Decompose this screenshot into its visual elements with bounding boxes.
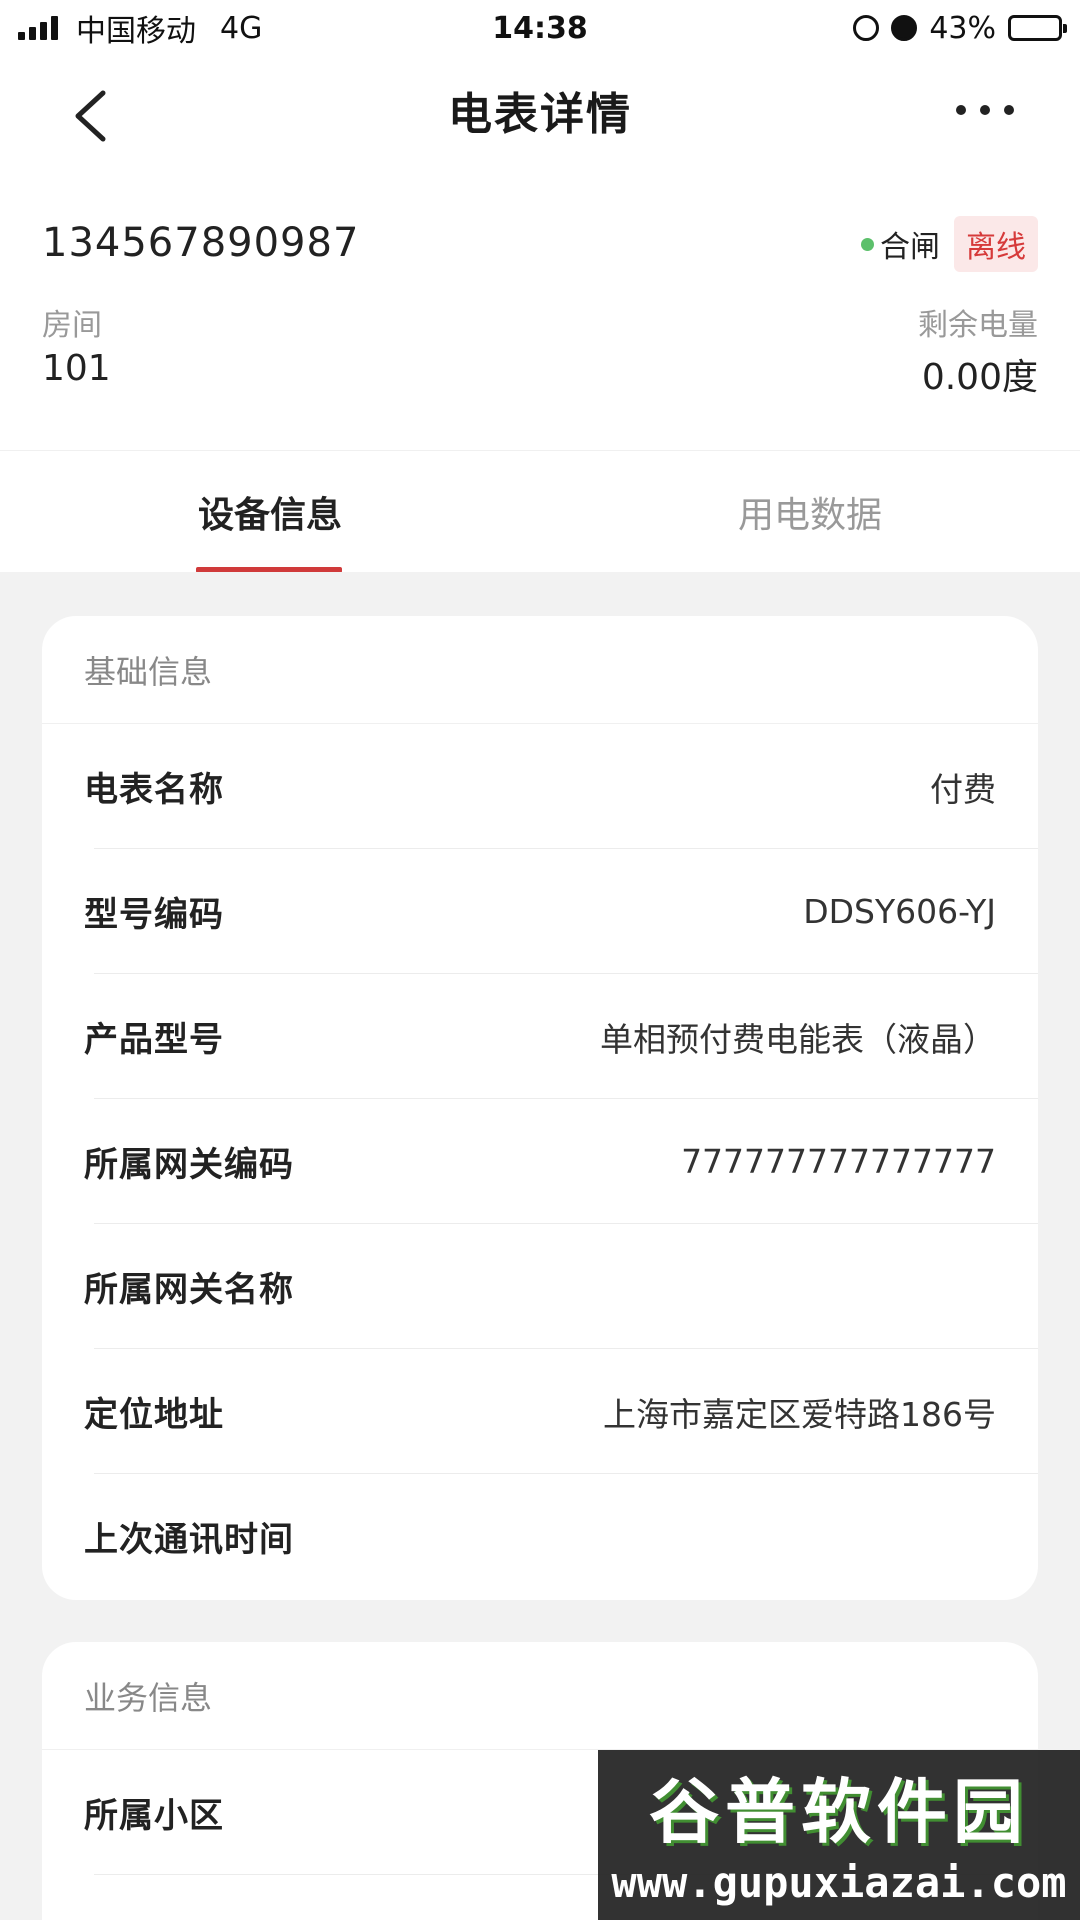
row-value: 上海市嘉定区爱特路186号 bbox=[603, 1394, 996, 1434]
info-row: 电表名称 付费 bbox=[42, 724, 1038, 849]
page-title: 电表详情 bbox=[448, 89, 632, 140]
more-dot bbox=[1004, 105, 1014, 115]
meter-summary: 134567890987 合闸 离线 房间 101 剩余电量 0.00度 bbox=[0, 164, 1080, 450]
remaining-power-label: 剩余电量 bbox=[918, 308, 1038, 343]
row-value: 单相预付费电能表（液晶） bbox=[600, 1019, 996, 1059]
row-label: 电表名称 bbox=[84, 770, 224, 810]
watermark-title: 谷普软件园 bbox=[649, 1771, 1029, 1853]
chevron-left-icon bbox=[75, 90, 106, 142]
row-label: 所属小区 bbox=[84, 1796, 224, 1836]
carrier-name: 中国移动 bbox=[76, 14, 196, 49]
info-row: 上次通讯时间 bbox=[42, 1474, 1038, 1599]
info-row: 所属网关编码 777777777777777 bbox=[42, 1099, 1038, 1224]
row-value: 777777777777777 bbox=[681, 1142, 996, 1181]
remaining-power-value: 0.00度 bbox=[921, 357, 1038, 398]
switch-status: 合闸 bbox=[861, 222, 940, 266]
info-row: 产品型号 单相预付费电能表（液晶） bbox=[42, 974, 1038, 1099]
basic-info-card: 基础信息 电表名称 付费 型号编码 DDSY606-YJ 产品型号 单相预付费电… bbox=[42, 616, 1038, 1600]
tab-bar: 设备信息 用电数据 bbox=[0, 450, 1080, 573]
status-badge: 离线 bbox=[954, 216, 1038, 272]
meter-id: 134567890987 bbox=[42, 220, 360, 266]
card-title: 基础信息 bbox=[42, 616, 1038, 724]
battery-percent: 43% bbox=[929, 10, 996, 46]
card-title: 业务信息 bbox=[42, 1642, 1038, 1750]
row-label: 定位地址 bbox=[84, 1395, 224, 1435]
info-row: 所属网关名称 bbox=[42, 1224, 1038, 1349]
rotation-lock-icon bbox=[853, 15, 880, 41]
back-button[interactable] bbox=[60, 86, 120, 146]
status-bar: 中国移动 4G 14:38 43% bbox=[0, 0, 1080, 56]
room-value: 101 bbox=[42, 348, 111, 389]
room-label: 房间 bbox=[42, 308, 102, 343]
network-type: 4G bbox=[220, 10, 263, 46]
status-left: 中国移动 4G bbox=[18, 6, 262, 50]
more-dot bbox=[956, 105, 966, 115]
row-value: DDSY606-YJ bbox=[803, 892, 996, 931]
row-label: 型号编码 bbox=[84, 895, 224, 935]
meter-status: 合闸 离线 bbox=[861, 216, 1038, 272]
battery-icon bbox=[1008, 15, 1067, 41]
info-row: 型号编码 DDSY606-YJ bbox=[42, 849, 1038, 974]
status-right: 43% bbox=[853, 10, 1067, 46]
switch-status-label: 合闸 bbox=[880, 230, 940, 265]
row-label: 产品型号 bbox=[84, 1020, 224, 1060]
info-row: 定位地址 上海市嘉定区爱特路186号 bbox=[42, 1349, 1038, 1474]
status-dot-icon bbox=[861, 237, 874, 251]
watermark-url: www.gupuxiazai.com bbox=[611, 1858, 1067, 1907]
more-button[interactable] bbox=[950, 84, 1020, 136]
row-value: 付费 bbox=[930, 769, 996, 809]
content-area: 基础信息 电表名称 付费 型号编码 DDSY606-YJ 产品型号 单相预付费电… bbox=[0, 572, 1080, 1920]
tab-usage-data[interactable]: 用电数据 bbox=[540, 451, 1080, 573]
row-label: 上次通讯时间 bbox=[84, 1520, 294, 1560]
watermark-logo: 谷普软件园 www.gupuxiazai.com bbox=[598, 1750, 1080, 1920]
nav-bar: 电表详情 bbox=[0, 56, 1080, 164]
alarm-icon bbox=[891, 15, 918, 41]
row-label: 所属网关编码 bbox=[84, 1145, 294, 1185]
tab-device-info[interactable]: 设备信息 bbox=[0, 451, 540, 573]
row-label: 所属网关名称 bbox=[84, 1270, 294, 1310]
signal-icon bbox=[18, 16, 58, 40]
more-dot bbox=[980, 105, 990, 115]
